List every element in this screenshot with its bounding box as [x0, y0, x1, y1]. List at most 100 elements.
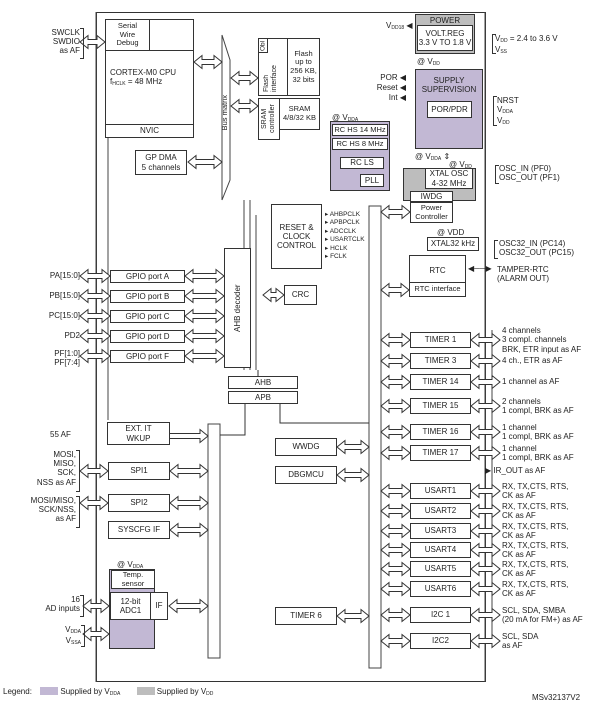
- power-at-vdd-text: @ V: [417, 57, 433, 66]
- vdda-pin-sub: DDA: [502, 109, 513, 116]
- nvic: NVIC: [105, 124, 194, 138]
- cpu-core-label: CORTEX-M0 CPU fHCLK = 48 MHz: [110, 68, 176, 88]
- peripheral-block: USART6: [410, 581, 471, 597]
- legend-swatch-vdda: [40, 687, 59, 695]
- adc-interface: IF: [150, 592, 168, 620]
- legend-title: Legend:: [3, 687, 32, 696]
- legend-vdd-sub: DD: [206, 691, 214, 697]
- peripheral-block: I2C 1: [410, 607, 471, 623]
- rtc-at-vdd: @ VDD: [437, 228, 465, 237]
- tamper-arrow: ◀──▶: [468, 264, 492, 273]
- sram-arrow: [230, 98, 259, 114]
- vdd-pin-sub: DD: [502, 119, 510, 126]
- gpio-port: GPIO port B: [110, 290, 185, 303]
- periph-bus-arrow: [380, 483, 411, 499]
- peripheral-block: USART3: [410, 523, 471, 539]
- peripheral-block: TIMER 1: [410, 332, 471, 348]
- spi2-bracket: [76, 496, 80, 528]
- osc-at-vdda2: @ VDDA ⇕: [415, 152, 451, 162]
- peripheral-block: USART5: [410, 561, 471, 577]
- vdd-sub: DD: [500, 38, 508, 44]
- osc32-bracket: [494, 240, 498, 259]
- osc-pins: OSC_IN (PF0) OSC_OUT (PF1): [499, 164, 560, 183]
- power-at-vdd: @ VDD: [417, 57, 440, 68]
- gpio-port: GPIO port A: [110, 270, 185, 283]
- swd-spare: [149, 19, 194, 51]
- bus-matrix-label: Bus matrix: [220, 95, 229, 131]
- gpio-pin-arrow: [79, 308, 111, 324]
- int-output: Int ◀: [388, 93, 406, 102]
- timer6-arrow: [336, 608, 370, 624]
- legend-swatch-vdd: [136, 687, 155, 695]
- supply-supervision-title: SUPPLY SUPERVISION: [421, 76, 477, 95]
- apb-left-link: [220, 404, 246, 436]
- peripheral-pins: SCL, SDA, SMBA (20 mA for FM+) as AF: [502, 605, 583, 624]
- periph-bus-arrow: [380, 607, 411, 623]
- periph-bus-arrow: [380, 581, 411, 597]
- legend-vdda-text: Supplied by V: [60, 687, 110, 696]
- gpio-port: GPIO port C: [110, 310, 185, 323]
- periph-bus-arrow: [380, 374, 411, 390]
- peripheral-pins: RX, TX,CTS, RTS, CK as AF: [502, 481, 569, 500]
- peripheral-block: I2C2: [410, 633, 471, 649]
- peripheral-pins: RX, TX,CTS, RTS, CK as AF: [502, 579, 569, 598]
- rtc-interface: RTC interface: [409, 282, 466, 297]
- flash-arrow: [230, 70, 259, 86]
- crc: CRC: [284, 285, 317, 305]
- peripheral-pins: RX, TX,CTS, RTS, CK as AF: [502, 540, 569, 559]
- vdd18-label: VDD18 ◀: [386, 21, 413, 31]
- gpio-port: GPIO port D: [110, 330, 185, 343]
- supervision-bracket: [493, 96, 497, 126]
- clock-ahbpclk: ▸ AHBPCLK: [325, 211, 361, 218]
- dma-arrow: [187, 154, 223, 170]
- por-output: POR ◀: [380, 73, 406, 82]
- adc-vssa-sub: SSA: [70, 639, 81, 646]
- gpio-pins: PC[15:0]: [48, 311, 80, 320]
- timer6: TIMER 6: [275, 607, 337, 625]
- gpio-pin-arrow: [79, 288, 111, 304]
- spi1-apb-arrow: [169, 463, 209, 479]
- peripheral-block: TIMER 3: [410, 353, 471, 369]
- spi2-pin-arrow: [79, 495, 109, 511]
- ad-inputs-bracket: [80, 595, 84, 617]
- ir-out: ▶ IR_OUT as AF: [485, 466, 546, 475]
- periph-bus-arrow: [380, 332, 411, 348]
- vss-sub: SS: [500, 48, 508, 55]
- periph-bus-arrow: [380, 398, 411, 414]
- xtal-osc: XTAL OSC 4-32 MHz: [425, 168, 473, 189]
- supply-bracket: [492, 34, 496, 54]
- periph-bus-arrow: [380, 503, 411, 519]
- periph-bus-arrow: [380, 542, 411, 558]
- wwdg-arrow: [336, 439, 370, 455]
- peripheral-block: USART2: [410, 503, 471, 519]
- osc-at-vdda2-sub: DDA: [430, 156, 442, 162]
- power-controller: Power Controller: [410, 202, 453, 223]
- gpio-pins: PA[15:0]: [49, 271, 80, 280]
- clock-adcclk: ▸ ADCCLK: [325, 227, 357, 235]
- xtal32-khz: XTAL32 kHz: [427, 237, 479, 251]
- cpu-core-text: CORTEX-M0 CPU: [110, 68, 177, 77]
- gpio-bus-arrow: [184, 268, 225, 284]
- power-title: POWER: [429, 16, 461, 25]
- spi1-pins: MOSI, MISO, SCK, NSS as AF: [36, 450, 76, 487]
- por-text: POR: [380, 73, 398, 82]
- periph-bus-arrow: [380, 561, 411, 577]
- swd-bracket: [80, 28, 84, 59]
- spi2-apb-arrow: [169, 495, 209, 511]
- gpio-pin-arrow: [79, 348, 111, 364]
- dbgmcu-arrow: [336, 467, 370, 483]
- peripheral-block: TIMER 16: [410, 424, 471, 440]
- peripheral-pins: 1 channel 1 compl, BRK as AF: [502, 422, 574, 441]
- osc32-pins: OSC32_IN (PC14) OSC32_OUT (PC15): [499, 239, 574, 258]
- clock-ahbpclk-text: AHBPCLK: [329, 211, 361, 218]
- gpio-pin-arrow: [79, 328, 111, 344]
- reset-text: Reset: [376, 83, 398, 92]
- peripheral-pins: SCL, SDA as AF: [502, 631, 539, 650]
- adc-apb-arrow: [168, 598, 209, 614]
- adc-vdda-sub: DDA: [70, 629, 81, 635]
- exti-pins: 55 AF: [50, 430, 71, 439]
- periph-bus-arrow: [380, 353, 411, 369]
- figure-id: MSv32137V2: [532, 693, 581, 702]
- clock-hclk-text: HCLK: [330, 244, 348, 252]
- peripheral-block: TIMER 14: [410, 374, 471, 390]
